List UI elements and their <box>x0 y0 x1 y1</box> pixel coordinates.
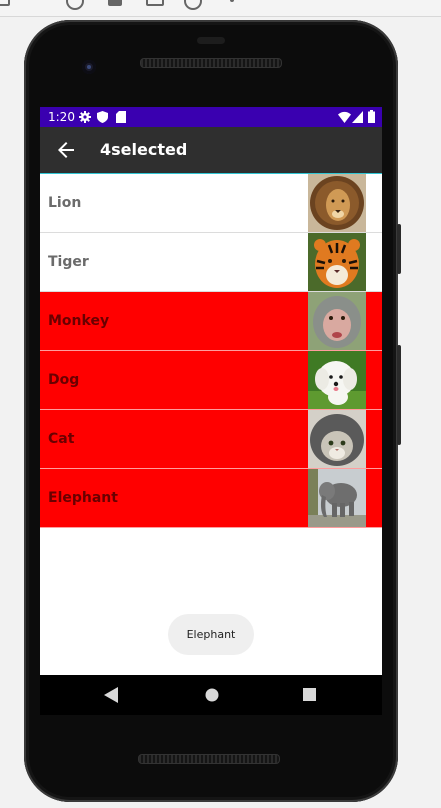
list-item[interactable]: Tiger <box>40 233 382 292</box>
list-item[interactable]: Monkey <box>40 292 382 351</box>
list-item-label: Cat <box>48 431 75 447</box>
wifi-icon <box>338 111 351 123</box>
app-bar: 4selected <box>40 127 382 173</box>
window-icon[interactable] <box>0 0 10 6</box>
toolbar-divider <box>0 16 441 17</box>
tiger-image <box>308 233 366 291</box>
list-item-label: Dog <box>48 372 80 388</box>
list-item[interactable]: Dog <box>40 351 382 410</box>
monkey-image <box>308 292 366 350</box>
list-item-label: Elephant <box>48 490 118 506</box>
bottom-speaker <box>138 754 280 764</box>
home-circle-icon[interactable] <box>204 687 220 703</box>
sd-card-icon <box>116 111 126 123</box>
status-time: 1:20 <box>48 110 75 124</box>
front-camera <box>82 60 96 74</box>
dog-image <box>308 351 366 409</box>
page-title: 4selected <box>100 140 188 159</box>
arrow-left-icon[interactable] <box>54 138 78 162</box>
list-item[interactable]: Cat <box>40 410 382 469</box>
lion-image <box>308 174 366 232</box>
signal-icon <box>352 111 363 123</box>
list-item-label: Tiger <box>48 254 89 270</box>
zoom-icon[interactable] <box>184 0 202 10</box>
emulator-toolbar <box>0 0 441 16</box>
volume-icon[interactable] <box>66 0 84 10</box>
more-icon[interactable] <box>230 0 234 2</box>
top-speaker <box>140 58 282 68</box>
proximity-sensor <box>197 37 225 44</box>
status-bar: 1:20 <box>40 107 382 127</box>
gear-icon <box>79 111 91 123</box>
shield-icon <box>97 111 108 123</box>
list-item-label: Monkey <box>48 313 110 329</box>
battery-icon <box>368 110 375 123</box>
back-icon[interactable] <box>34 0 48 6</box>
cat-image <box>308 410 366 468</box>
camera-icon[interactable] <box>146 0 164 6</box>
stop-icon[interactable] <box>108 0 122 6</box>
toast-message: Elephant <box>168 614 254 655</box>
list-item-label: Lion <box>48 195 82 211</box>
volume-button[interactable] <box>397 345 401 445</box>
recents-square-icon[interactable] <box>303 688 316 701</box>
elephant-image <box>308 469 366 527</box>
list-item[interactable]: Elephant <box>40 469 382 528</box>
device-screen: 1:20 4selected Lion Tiger Monkey Dog Cat… <box>40 107 382 675</box>
list-item[interactable]: Lion <box>40 174 382 233</box>
animal-list: Lion Tiger Monkey Dog Cat Elephant <box>40 174 382 528</box>
navigation-bar <box>40 675 382 715</box>
back-triangle-icon[interactable] <box>104 687 118 703</box>
power-button[interactable] <box>397 224 401 274</box>
